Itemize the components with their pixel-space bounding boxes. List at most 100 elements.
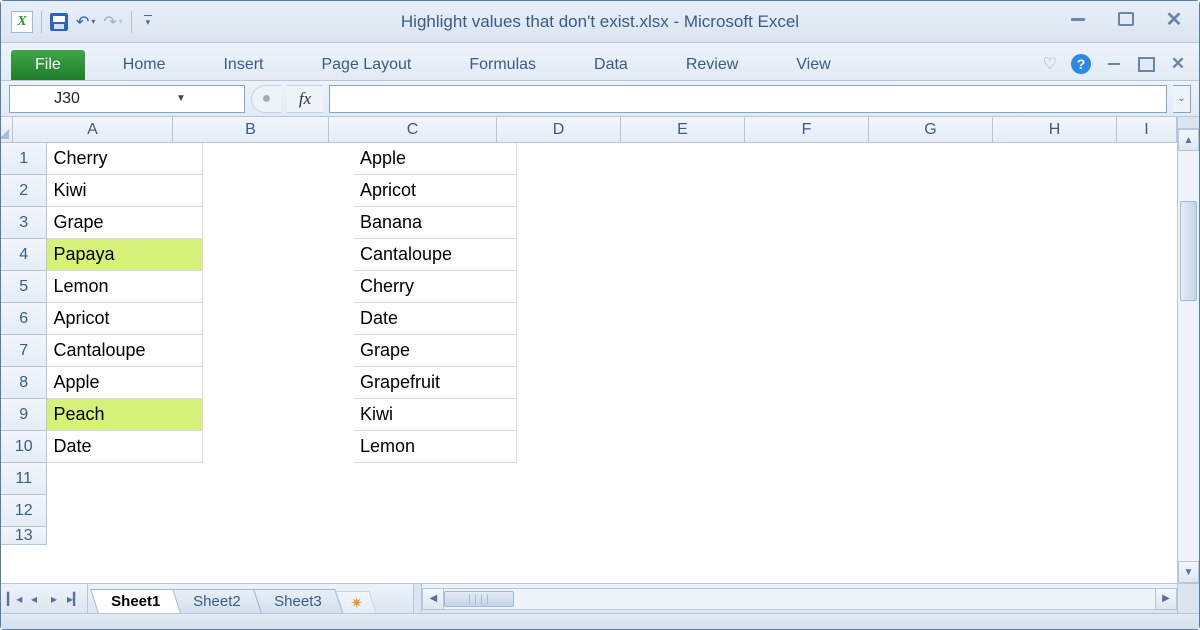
- cell[interactable]: Apricot: [354, 175, 517, 207]
- cell[interactable]: [354, 495, 517, 527]
- cell[interactable]: [998, 143, 1118, 175]
- cell[interactable]: Cherry: [47, 143, 202, 175]
- cell[interactable]: [1119, 143, 1177, 175]
- workbook-close-button[interactable]: ✕: [1169, 56, 1187, 72]
- cell[interactable]: [203, 367, 354, 399]
- cell[interactable]: [1119, 527, 1177, 545]
- cell[interactable]: [517, 495, 637, 527]
- tab-review[interactable]: Review: [666, 50, 758, 80]
- row-header[interactable]: 13: [1, 527, 47, 545]
- cell[interactable]: [637, 143, 757, 175]
- tab-insert[interactable]: Insert: [203, 50, 283, 80]
- scroll-down-button[interactable]: ▼: [1178, 561, 1199, 583]
- cell[interactable]: [758, 367, 878, 399]
- cell[interactable]: [998, 303, 1118, 335]
- cell[interactable]: [878, 367, 998, 399]
- cell[interactable]: [637, 271, 757, 303]
- cell[interactable]: [1119, 271, 1177, 303]
- heart-icon[interactable]: ♡: [1043, 54, 1057, 74]
- cell[interactable]: [203, 527, 354, 545]
- scroll-thumb[interactable]: [1180, 201, 1197, 301]
- horizontal-scrollbar[interactable]: ◀ ▶: [413, 584, 1177, 613]
- cell[interactable]: [203, 175, 354, 207]
- cell[interactable]: Lemon: [47, 271, 202, 303]
- row-header[interactable]: 11: [1, 463, 47, 495]
- cell[interactable]: [637, 175, 757, 207]
- cell[interactable]: [758, 527, 878, 545]
- customize-qat-icon[interactable]: ▾: [144, 15, 152, 28]
- first-sheet-button[interactable]: ▎◂: [7, 592, 21, 606]
- cell[interactable]: [998, 463, 1118, 495]
- row-header[interactable]: 9: [1, 399, 47, 431]
- fx-icon[interactable]: fx: [287, 85, 323, 113]
- cell[interactable]: Cantaloupe: [354, 239, 517, 271]
- cell[interactable]: Cherry: [354, 271, 517, 303]
- cell[interactable]: [637, 207, 757, 239]
- cell[interactable]: Banana: [354, 207, 517, 239]
- sheet-tab[interactable]: Sheet3: [253, 589, 342, 613]
- excel-icon[interactable]: X: [11, 11, 33, 33]
- cell[interactable]: [47, 495, 202, 527]
- cell[interactable]: [878, 143, 998, 175]
- scroll-track[interactable]: [1178, 151, 1199, 561]
- split-handle[interactable]: [1178, 117, 1199, 129]
- cell[interactable]: Grape: [354, 335, 517, 367]
- column-header[interactable]: D: [497, 117, 621, 143]
- save-icon[interactable]: [50, 13, 68, 31]
- cell[interactable]: [1119, 207, 1177, 239]
- cell[interactable]: [878, 399, 998, 431]
- cell[interactable]: [998, 527, 1118, 545]
- cell[interactable]: [998, 239, 1118, 271]
- tab-home[interactable]: Home: [103, 50, 186, 80]
- row-header[interactable]: 12: [1, 495, 47, 527]
- expand-formula-bar-icon[interactable]: ⌄: [1173, 85, 1191, 113]
- cell[interactable]: [998, 367, 1118, 399]
- cell[interactable]: [517, 335, 637, 367]
- cell[interactable]: [517, 303, 637, 335]
- cell[interactable]: [1119, 239, 1177, 271]
- column-header[interactable]: B: [173, 117, 329, 143]
- cell[interactable]: [1119, 463, 1177, 495]
- ribbon-restore-button[interactable]: [1140, 59, 1153, 70]
- cell[interactable]: Kiwi: [47, 175, 202, 207]
- cell[interactable]: [203, 271, 354, 303]
- cell[interactable]: [517, 399, 637, 431]
- cell[interactable]: [878, 303, 998, 335]
- close-button[interactable]: ✕: [1161, 9, 1187, 29]
- cell[interactable]: Peach: [47, 399, 202, 431]
- cell[interactable]: [878, 239, 998, 271]
- cell[interactable]: [203, 143, 354, 175]
- cell[interactable]: Date: [47, 431, 202, 463]
- scroll-up-button[interactable]: ▲: [1178, 129, 1199, 151]
- row-header[interactable]: 2: [1, 175, 47, 207]
- cell[interactable]: [758, 207, 878, 239]
- cell[interactable]: [878, 495, 998, 527]
- cell[interactable]: [517, 175, 637, 207]
- column-header[interactable]: I: [1117, 117, 1177, 143]
- cell[interactable]: [517, 431, 637, 463]
- cell[interactable]: [758, 399, 878, 431]
- row-header[interactable]: 6: [1, 303, 47, 335]
- cell[interactable]: [637, 303, 757, 335]
- cell[interactable]: Apple: [354, 143, 517, 175]
- cell[interactable]: [758, 495, 878, 527]
- column-header[interactable]: E: [621, 117, 745, 143]
- cell[interactable]: [1119, 175, 1177, 207]
- column-header[interactable]: F: [745, 117, 869, 143]
- cell[interactable]: [517, 271, 637, 303]
- cell[interactable]: [1119, 335, 1177, 367]
- cell[interactable]: [47, 463, 202, 495]
- maximize-button[interactable]: [1118, 12, 1134, 26]
- cell[interactable]: Cantaloupe: [47, 335, 202, 367]
- cell[interactable]: [203, 207, 354, 239]
- cell[interactable]: [637, 239, 757, 271]
- cell[interactable]: Lemon: [354, 431, 517, 463]
- column-header[interactable]: C: [329, 117, 497, 143]
- next-sheet-button[interactable]: ▸: [47, 592, 61, 606]
- cell[interactable]: [758, 271, 878, 303]
- tab-file[interactable]: File: [11, 50, 85, 80]
- cell[interactable]: [517, 143, 637, 175]
- scroll-thumb[interactable]: [444, 591, 514, 607]
- cell[interactable]: [998, 175, 1118, 207]
- cell[interactable]: [998, 399, 1118, 431]
